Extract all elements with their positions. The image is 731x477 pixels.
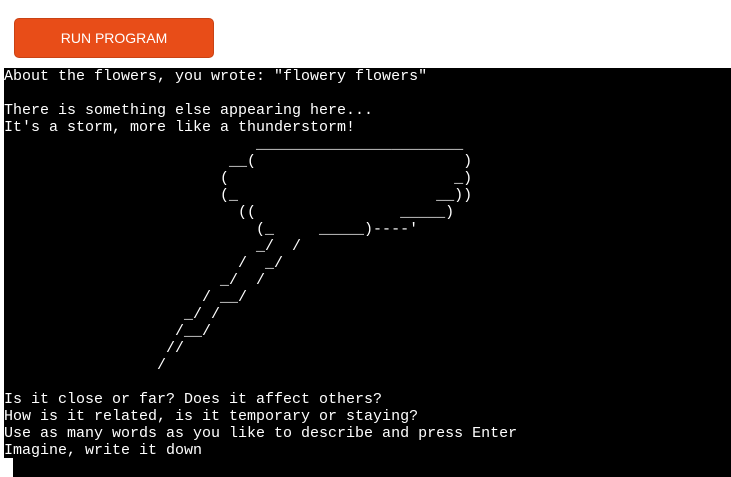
text-cursor <box>4 458 13 477</box>
terminal[interactable]: About the flowers, you wrote: "flowery f… <box>4 68 731 477</box>
page: RUN PROGRAM About the flowers, you wrote… <box>0 0 731 477</box>
terminal-output: About the flowers, you wrote: "flowery f… <box>4 68 518 459</box>
run-program-button[interactable]: RUN PROGRAM <box>14 18 214 58</box>
